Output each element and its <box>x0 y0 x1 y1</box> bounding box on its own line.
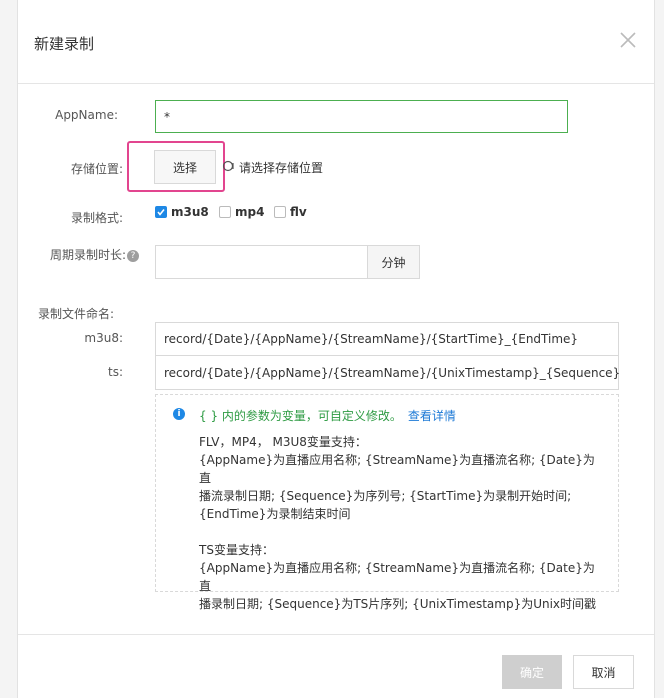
info-body: FLV，MP4， M3U8变量支持： {AppName}为直播应用名称; {St… <box>199 433 599 613</box>
storage-hint: 请选择存储位置 <box>239 161 324 175</box>
info-heading: { } 内的参数为变量，可自定义修改。 查看详情 <box>199 407 456 424</box>
info-line: {AppName}为直播应用名称; {StreamName}为直播流名称; {D… <box>199 453 595 485</box>
format-option-flv[interactable]: flv <box>274 205 307 219</box>
page-backdrop-right <box>654 0 664 698</box>
info-small-icon <box>222 160 234 172</box>
view-details-link[interactable]: 查看详情 <box>408 409 456 423</box>
period-label: 周期录制时长:? <box>18 246 139 263</box>
period-unit: 分钟 <box>368 245 420 279</box>
info-line: {EndTime}为录制结束时间 <box>199 507 351 521</box>
page-backdrop-left <box>0 0 18 698</box>
ts-label: ts: <box>108 365 123 379</box>
format-option-label: flv <box>290 205 307 219</box>
period-input[interactable] <box>155 245 368 279</box>
format-option-label: mp4 <box>235 205 265 219</box>
m3u8-label: m3u8: <box>84 331 123 345</box>
confirm-button[interactable]: 确定 <box>502 655 562 689</box>
close-icon[interactable] <box>618 30 638 50</box>
variable-info-box: i { } 内的参数为变量，可自定义修改。 查看详情 FLV，MP4， M3U8变… <box>155 394 619 611</box>
info-line: TS变量支持： <box>199 543 274 557</box>
appname-input[interactable]: * <box>155 100 568 133</box>
format-option-mp4[interactable]: mp4 <box>219 205 264 219</box>
checkbox-icon[interactable] <box>274 206 286 218</box>
ts-filename-input[interactable]: record/{Date}/{AppName}/{StreamName}/{Un… <box>155 356 620 390</box>
filename-label: 录制文件命名: <box>38 307 115 321</box>
info-line: 播录制日期; {Sequence}为TS片序列; {UnixTimestamp}… <box>199 597 597 611</box>
dialog-footer: 确定 取消 <box>18 634 654 698</box>
help-icon[interactable]: ? <box>127 249 139 262</box>
period-label-text: 周期录制时长: <box>49 248 126 262</box>
format-option-m3u8[interactable]: m3u8 <box>155 205 209 219</box>
info-icon: i <box>173 408 185 420</box>
dialog-title: 新建录制 <box>34 35 95 53</box>
new-recording-dialog: 新建录制 AppName: * 存储位置: 选择 请选择存储位置 录制格式: m… <box>18 0 654 698</box>
info-line: {AppName}为直播应用名称; {StreamName}为直播流名称; {D… <box>199 561 595 593</box>
format-label: 录制格式: <box>70 211 123 225</box>
checkbox-icon[interactable] <box>219 206 231 218</box>
m3u8-filename-input[interactable]: record/{Date}/{AppName}/{StreamName}/{St… <box>155 322 619 356</box>
appname-label: AppName: <box>55 108 118 122</box>
select-storage-button[interactable]: 选择 <box>154 150 216 184</box>
storage-label: 存储位置: <box>70 162 123 176</box>
checkbox-checked-icon[interactable] <box>155 206 167 218</box>
cancel-button[interactable]: 取消 <box>573 655 634 689</box>
info-heading-text: { } 内的参数为变量，可自定义修改。 <box>199 409 402 423</box>
info-line: 播流录制日期; {Sequence}为序列号; {StartTime}为录制开始… <box>199 489 572 503</box>
info-line: FLV，MP4， M3U8变量支持： <box>199 435 367 449</box>
format-option-label: m3u8 <box>171 205 209 219</box>
dialog-header: 新建录制 <box>18 0 654 84</box>
